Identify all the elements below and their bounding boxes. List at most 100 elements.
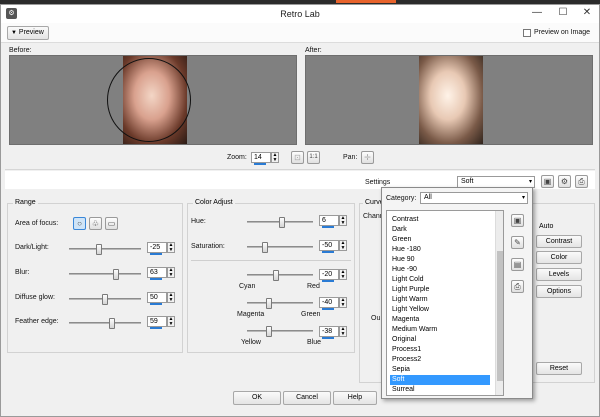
diffuse-glow-label: Diffuse glow: [15,294,55,301]
blur-slider[interactable] [113,269,119,280]
auto-options-button[interactable]: Options [536,285,582,298]
blur-track[interactable] [69,269,141,280]
zoom-actual-button[interactable]: 1:1 [307,151,320,164]
zoom-fit-button[interactable]: ⊡ [291,151,304,164]
diffuse-glow-track[interactable] [69,294,141,305]
yellow-blue-field[interactable]: -38 ▲ ▼ [319,326,347,339]
diffuse-glow-spinner[interactable]: ▲ ▼ [167,292,175,303]
magenta-green-slider[interactable] [266,298,272,309]
feather-edge-field[interactable]: 59 ▲ ▼ [147,316,175,329]
after-preview [305,55,593,145]
after-photo [419,56,483,144]
list-item[interactable]: Process1 [390,345,490,355]
list-item[interactable]: Process2 [390,355,490,365]
diffuse-glow-field[interactable]: 50 ▲ ▼ [147,292,175,305]
preview-label: Preview [18,29,44,36]
dark-light-track[interactable] [69,244,141,255]
auto-color-button[interactable]: Color [536,251,582,264]
preview-toggle-button[interactable]: ▼ Preview [7,26,49,40]
yellow-blue-track[interactable] [247,326,313,337]
after-label: After: [305,47,322,54]
feather-edge-track[interactable] [69,318,141,329]
list-scrollbar[interactable] [495,211,503,395]
window-title: Retro Lab [280,9,320,19]
cyan-red-slider[interactable] [273,270,279,281]
hue-track[interactable] [247,217,313,228]
list-item[interactable]: Original [390,335,490,345]
list-item[interactable]: Dark [390,225,490,235]
feather-edge-spinner[interactable]: ▲ ▼ [167,316,175,327]
preset-save-icon[interactable]: ▣ [511,214,524,227]
hue-spinner[interactable]: ▲ ▼ [339,215,347,226]
saturation-slider[interactable] [262,242,268,253]
feather-edge-slider[interactable] [109,318,115,329]
zoom-spinner[interactable]: ▲ ▼ [271,152,279,163]
diffuse-glow-underline [150,303,162,305]
list-item-selected[interactable]: Soft [390,375,490,385]
manage-presets-icon[interactable]: ⎙ [575,175,588,188]
yellow-blue-spinner[interactable]: ▲ ▼ [339,326,347,337]
minimize-button[interactable]: — [525,5,549,21]
saturation-spinner[interactable]: ▲ ▼ [339,240,347,251]
save-preset-icon[interactable]: ▣ [541,175,554,188]
color-adjust-title: Color Adjust [193,199,235,206]
saturation-track[interactable] [247,242,313,253]
preset-delete-icon[interactable]: ⎙ [511,280,524,293]
lasso-shape-icon[interactable]: ♧ [89,217,102,230]
hue-field[interactable]: 6 ▲ ▼ [319,215,347,228]
list-item[interactable]: Light Yellow [390,305,490,315]
list-item[interactable]: Sepia [390,365,490,375]
rectangle-shape-icon[interactable]: ▭ [105,217,118,230]
preset-import-icon[interactable]: ▤ [511,258,524,271]
list-item[interactable]: Magenta [390,315,490,325]
blur-field[interactable]: 63 ▲ ▼ [147,267,175,280]
list-item[interactable]: Medium Warm [390,325,490,335]
list-item[interactable]: Hue -180 [390,245,490,255]
magenta-green-field[interactable]: -40 ▲ ▼ [319,297,347,310]
blur-spinner[interactable]: ▲ ▼ [167,267,175,278]
auto-levels-button[interactable]: Levels [536,268,582,281]
close-button[interactable]: ✕ [575,5,599,21]
dark-light-label: Dark/Light: [15,244,49,251]
cyan-red-track[interactable] [247,270,313,281]
dark-light-spinner[interactable]: ▲ ▼ [167,242,175,253]
scrollbar-thumb[interactable] [497,251,503,381]
list-item[interactable]: Surreal [390,385,490,395]
dark-light-underline [150,253,162,255]
magenta-green-spinner[interactable]: ▲ ▼ [339,297,347,308]
hue-slider[interactable] [279,217,285,228]
pan-button[interactable]: ✛ [361,151,374,164]
ok-button[interactable]: OK [233,391,281,405]
saturation-field[interactable]: -50 ▲ ▼ [319,240,347,253]
circle-shape-icon[interactable]: ○ [73,217,86,230]
preset-list[interactable]: Contrast Dark Green Hue -180 Hue 90 Hue … [386,210,504,396]
cyan-red-field[interactable]: -20 ▲ ▼ [319,269,347,282]
focus-circle[interactable] [107,58,191,142]
cyan-red-spinner[interactable]: ▲ ▼ [339,269,347,280]
help-button[interactable]: Help [333,391,377,405]
dark-light-slider[interactable] [96,244,102,255]
cancel-button[interactable]: Cancel [283,391,331,405]
list-item[interactable]: Light Purple [390,285,490,295]
before-preview[interactable] [9,55,297,145]
reset-button[interactable]: Reset [536,362,582,375]
dark-light-field[interactable]: -25 ▲ ▼ [147,242,175,255]
preset-rename-icon[interactable]: ✎ [511,236,524,249]
magenta-green-track[interactable] [247,298,313,309]
list-item[interactable]: Green [390,235,490,245]
list-item[interactable]: Hue -90 [390,265,490,275]
list-item[interactable]: Contrast [390,215,490,225]
zoom-field[interactable]: 14 ▲ ▼ [251,152,279,165]
list-item[interactable]: Light Warm [390,295,490,305]
saturation-label: Saturation: [191,243,225,250]
yellow-blue-slider[interactable] [266,326,272,337]
preview-on-image-checkbox[interactable] [523,29,531,37]
auto-contrast-button[interactable]: Contrast [536,235,582,248]
cyan-red-underline [322,280,334,282]
list-item[interactable]: Hue 90 [390,255,490,265]
category-select[interactable]: All ▾ [420,192,528,204]
diffuse-glow-slider[interactable] [102,294,108,305]
load-preset-icon[interactable]: ⚙ [558,175,571,188]
maximize-button[interactable]: ☐ [551,5,575,21]
list-item[interactable]: Light Cold [390,275,490,285]
